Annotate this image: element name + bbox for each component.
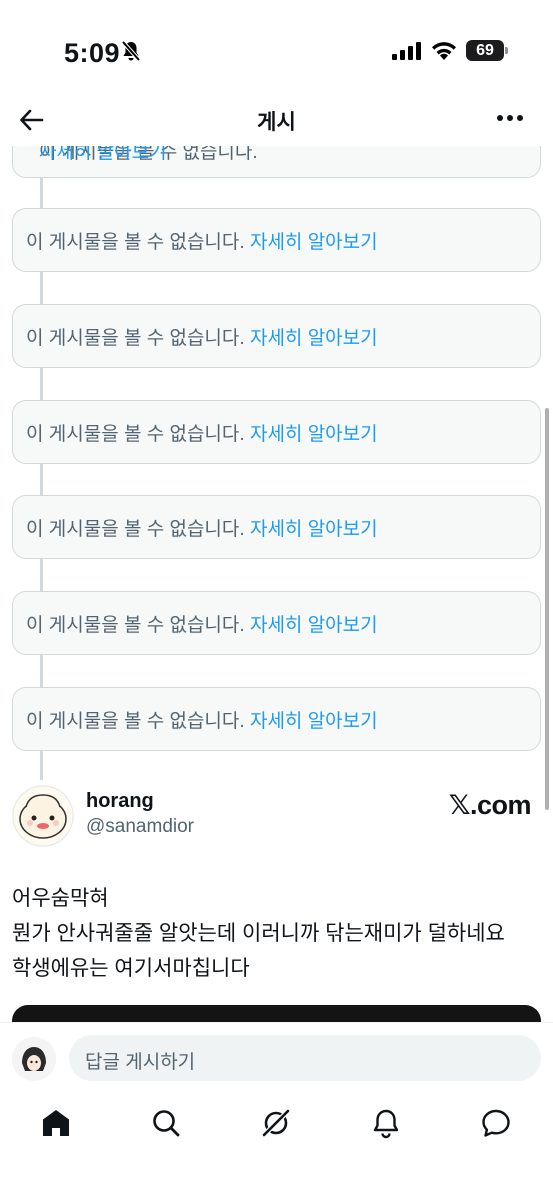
bell-icon <box>373 1109 399 1139</box>
learn-more-link[interactable]: 자세히 알아보기 <box>250 424 378 445</box>
learn-more-link[interactable]: 자세히 알아보기 <box>250 519 378 540</box>
post-line: 학생에유는 여기서마칩니다 <box>12 957 250 980</box>
post-line: 뭔가 안사궈줄줄 알앗는데 이러니까 닦는재미가 덜하네요 <box>12 922 505 945</box>
scroll-indicator[interactable] <box>545 408 549 810</box>
author-avatar[interactable] <box>12 785 74 847</box>
wifi-icon <box>432 42 456 60</box>
battery-level: 69 <box>466 40 504 61</box>
home-icon <box>43 1110 69 1136</box>
grok-icon <box>261 1108 291 1138</box>
post-text: 어우숨막혀 뭔가 안사궈줄줄 알앗는데 이러니까 닦는재미가 덜하네요 학생에유… <box>12 881 542 986</box>
search-icon <box>153 1110 180 1137</box>
reply-bar: 답글 게시하기 <box>0 1022 553 1092</box>
unavailable-post-card[interactable]: 이 게시물을 볼 수 없습니다. 자세히 알아보기 <box>12 591 541 655</box>
my-avatar <box>12 1037 56 1081</box>
tab-home[interactable] <box>39 1106 73 1140</box>
unavailable-text: 이 게시물을 볼 수 없습니다. <box>26 519 245 540</box>
tab-messages[interactable] <box>479 1106 513 1140</box>
bell-off-icon <box>121 40 141 62</box>
author-display-name[interactable]: horang <box>86 790 154 813</box>
unavailable-post-card[interactable]: 이 게시물을 볼 수 없습니다. 자세히 알아보기 <box>12 687 541 751</box>
avatar-illustration <box>12 785 74 847</box>
battery-tip <box>505 47 508 54</box>
author-handle[interactable]: @sanamdior <box>86 816 194 838</box>
nav-header: 게시 <box>0 100 553 146</box>
more-horizontal-icon[interactable] <box>496 114 524 122</box>
learn-more-link[interactable]: 자세히 알아보기 <box>250 328 378 349</box>
unavailable-post-card[interactable]: 이 게시물을 볼 수 없습니다. 자세히 알아보기 <box>12 304 541 368</box>
page-title: 게시 <box>257 111 296 134</box>
message-icon <box>482 1109 510 1137</box>
cellular-signal-icon <box>392 42 421 60</box>
unavailable-text: 이 게시물을 볼 수 없습니다. <box>26 615 245 636</box>
tab-grok[interactable] <box>259 1106 293 1140</box>
avatar-illustration <box>12 1037 56 1081</box>
learn-more-link[interactable]: 자세히 알아보기 <box>250 615 378 636</box>
status-bar: 5:09 69 <box>0 0 553 100</box>
tab-notifications[interactable] <box>369 1106 403 1140</box>
bottom-tab-bar <box>0 1092 553 1200</box>
source-label: 𝕏.com <box>448 790 532 820</box>
status-time: 5:09 <box>64 38 121 68</box>
post-line: 어우숨막혀 <box>12 887 109 910</box>
unavailable-post-card[interactable]: 이 게시물을 볼 수 없습니다. 자세히 알아보기 <box>12 208 541 272</box>
unavailable-text: 이 게시물을 볼 수 없습니다. <box>26 424 245 445</box>
tab-search[interactable] <box>149 1106 183 1140</box>
unavailable-text: 이 게시물을 볼 수 없습니다. <box>26 711 245 732</box>
unavailable-text: 이 게시물을 볼 수 없습니다. <box>26 328 245 349</box>
reply-placeholder: 답글 게시하기 <box>85 1052 196 1073</box>
reply-input[interactable]: 답글 게시하기 <box>69 1035 541 1081</box>
learn-more-link[interactable]: 자세히 알아보기 <box>250 232 378 253</box>
unavailable-text: 이 게시물을 볼 수 없습니다. <box>26 232 245 253</box>
unavailable-post-card[interactable]: 이 게시물을 볼 수 없습니다. 자세히 알아보기 <box>12 400 541 464</box>
learn-more-link[interactable]: 자세히 알아보기 <box>250 711 378 732</box>
unavailable-post-card[interactable]: 이 게시물을 볼 수 없습니다. 자세히 알아보기 <box>12 495 541 559</box>
battery-indicator: 69 <box>466 40 508 61</box>
